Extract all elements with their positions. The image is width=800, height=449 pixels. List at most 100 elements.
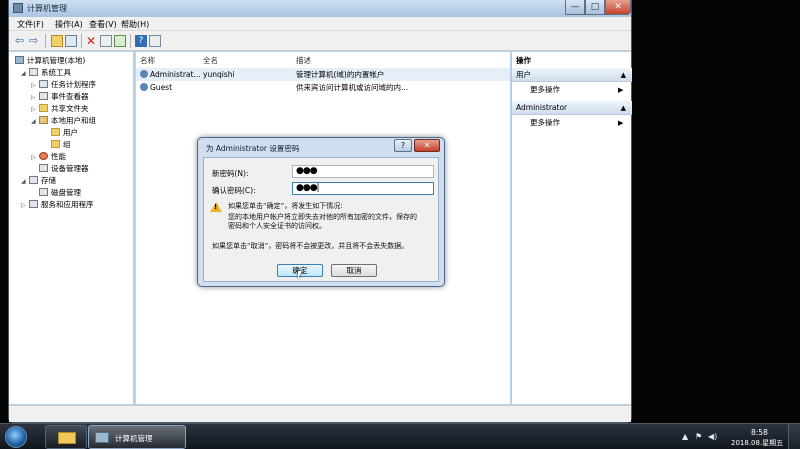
- expand-toggle[interactable]: ▷: [31, 152, 39, 164]
- forward-arrow-icon[interactable]: ⇨: [29, 35, 41, 47]
- user-full-name-cell: yunqishi: [203, 70, 235, 79]
- toolbar-divider: [130, 34, 131, 48]
- warning-icon: [210, 202, 222, 212]
- column-header-full-name[interactable]: 全名: [203, 55, 218, 66]
- close-button[interactable]: ✕: [605, 0, 631, 15]
- menu-file[interactable]: 文件(F): [17, 19, 44, 30]
- toolbar: ⇦ ⇨ ✕ ?: [9, 31, 631, 51]
- dialog-body: 新密码(N): ●●● 确认密码(C): ●●●| 如果您单击“确定”，将发生如…: [203, 157, 439, 282]
- show-desktop-button[interactable]: [788, 424, 800, 449]
- user-icon: [140, 83, 148, 91]
- clock-date[interactable]: 2018.08.星期五: [731, 438, 783, 448]
- tree-item-performance[interactable]: ▷ 性能: [31, 151, 66, 163]
- start-button[interactable]: [5, 426, 27, 448]
- menu-bar: 文件(F) 操作(A) 查看(V) 帮助(H): [9, 17, 631, 31]
- cancel-note-text: 如果您单击“取消”，密码将不会被更改，并且将不会丢失数据。: [212, 242, 409, 250]
- tree-item-device-manager[interactable]: 设备管理器: [39, 163, 89, 175]
- action-center-flag-icon[interactable]: ⚑: [695, 432, 702, 441]
- desktop: 计算机管理 — □ ✕ 文件(F) 操作(A) 查看(V) 帮助(H) ⇦ ⇨ …: [0, 0, 800, 449]
- help-icon[interactable]: ?: [135, 35, 147, 47]
- folder-icon: [51, 140, 60, 148]
- shared-folder-icon: [39, 104, 48, 112]
- menu-view[interactable]: 查看(V): [89, 19, 117, 30]
- collapse-icon[interactable]: ▲: [621, 68, 626, 82]
- clock-time[interactable]: 8:58: [751, 428, 768, 437]
- tree-item-users[interactable]: 用户: [51, 127, 78, 139]
- export-list-icon[interactable]: [114, 35, 126, 47]
- folder-icon: [51, 128, 60, 136]
- expand-toggle[interactable]: ◢: [21, 68, 29, 80]
- tree-item-shared-folders[interactable]: ▷ 共享文件夹: [31, 103, 89, 115]
- tree-item-services-applications[interactable]: ▷ 服务和应用程序: [21, 199, 94, 211]
- show-hide-action-pane-icon[interactable]: [149, 35, 161, 47]
- window-title: 计算机管理: [27, 4, 67, 13]
- clock-icon: [39, 80, 48, 88]
- expand-toggle[interactable]: ◢: [21, 176, 29, 188]
- toolbar-divider: [45, 34, 46, 48]
- section-title: Administrator: [516, 103, 568, 112]
- submenu-arrow-icon: ▶: [618, 86, 624, 94]
- delete-icon[interactable]: ✕: [86, 35, 98, 47]
- taskbar-explorer-button[interactable]: [45, 425, 87, 449]
- more-actions-users[interactable]: 更多操作 ▶: [530, 84, 623, 96]
- tree-item-event-viewer[interactable]: ▷ 事件查看器: [31, 91, 89, 103]
- confirm-password-field[interactable]: ●●●|: [292, 182, 434, 195]
- expand-toggle[interactable]: ▷: [21, 200, 29, 212]
- warning-text-line3: 密码和个人安全证书的访问权。: [228, 222, 326, 230]
- taskbar-computer-management-button[interactable]: 计算机管理: [88, 425, 186, 449]
- toolbar-divider: [81, 34, 82, 48]
- up-folder-icon[interactable]: [51, 35, 63, 47]
- menu-help[interactable]: 帮助(H): [121, 19, 149, 30]
- dialog-title-bar[interactable]: 为 Administrator 设置密码 ? ✕: [198, 138, 444, 156]
- storage-icon: [29, 176, 38, 184]
- expand-toggle[interactable]: ◢: [31, 116, 39, 128]
- console-tree-icon[interactable]: [65, 35, 77, 47]
- tree-item-computer-management[interactable]: 计算机管理(本地): [15, 55, 85, 67]
- tree-item-storage[interactable]: ◢ 存储: [21, 175, 56, 187]
- back-arrow-icon[interactable]: ⇦: [15, 35, 27, 47]
- taskbar-app-label: 计算机管理: [115, 434, 153, 443]
- actions-section-users[interactable]: 用户 ▲: [512, 68, 632, 82]
- actions-section-administrator[interactable]: Administrator ▲: [512, 101, 632, 115]
- more-actions-administrator[interactable]: 更多操作 ▶: [530, 117, 623, 129]
- cancel-button[interactable]: 取消: [331, 264, 377, 277]
- maximize-button[interactable]: □: [585, 0, 605, 15]
- collapse-icon[interactable]: ▲: [621, 101, 626, 115]
- table-row[interactable]: Guest 供来宾访问计算机或访问域的内...: [136, 81, 510, 94]
- disk-icon: [39, 188, 48, 196]
- properties-icon[interactable]: [100, 35, 112, 47]
- tree-item-local-users-groups[interactable]: ◢ 本地用户和组: [31, 115, 96, 127]
- tree-item-task-scheduler[interactable]: ▷ 任务计划程序: [31, 79, 96, 91]
- new-password-field[interactable]: ●●●: [292, 165, 434, 178]
- new-password-label: 新密码(N):: [212, 169, 249, 178]
- show-hidden-icons-icon[interactable]: ▲: [682, 432, 688, 441]
- title-bar[interactable]: 计算机管理 — □ ✕: [9, 0, 631, 17]
- minimize-button[interactable]: —: [565, 0, 585, 15]
- user-name-cell: Administrat...: [150, 70, 201, 79]
- tree-item-system-tools[interactable]: ◢ 系统工具: [21, 67, 71, 79]
- folder-icon: [58, 432, 76, 444]
- column-header-description[interactable]: 描述: [296, 55, 311, 66]
- user-icon: [140, 70, 148, 78]
- warning-text-line1: 如果您单击“确定”，将发生如下情况:: [228, 202, 343, 210]
- device-manager-icon: [39, 164, 48, 172]
- tree-item-disk-management[interactable]: 磁盘管理: [39, 187, 81, 199]
- services-icon: [29, 200, 38, 208]
- submenu-arrow-icon: ▶: [618, 119, 624, 127]
- tree-item-groups[interactable]: 组: [51, 139, 71, 151]
- tools-icon: [29, 68, 38, 76]
- console-tree: 计算机管理(本地) ◢ 系统工具 ▷ 任务计划程序 ▷ 事件查看器 ▷ 共享文件夹 ◢ 本…: [9, 52, 134, 404]
- event-viewer-icon: [39, 92, 48, 100]
- taskbar: 计算机管理 ▲ ⚑ ◀) 8:58 2018.08.星期五: [0, 423, 800, 449]
- computer-management-icon: [95, 432, 109, 443]
- action-label: 更多操作: [530, 118, 560, 127]
- user-description-cell: 供来宾访问计算机或访问域的内...: [296, 83, 409, 92]
- volume-icon[interactable]: ◀): [708, 432, 717, 441]
- computer-icon: [15, 56, 24, 64]
- dialog-help-button[interactable]: ?: [394, 139, 412, 152]
- dialog-close-button[interactable]: ✕: [414, 139, 440, 152]
- dialog-title: 为 Administrator 设置密码: [206, 144, 300, 153]
- menu-action[interactable]: 操作(A): [55, 19, 83, 30]
- table-row[interactable]: Administrat... yunqishi 管理计算机(域)的内置帐户: [136, 68, 510, 81]
- column-header-name[interactable]: 名称: [140, 55, 155, 66]
